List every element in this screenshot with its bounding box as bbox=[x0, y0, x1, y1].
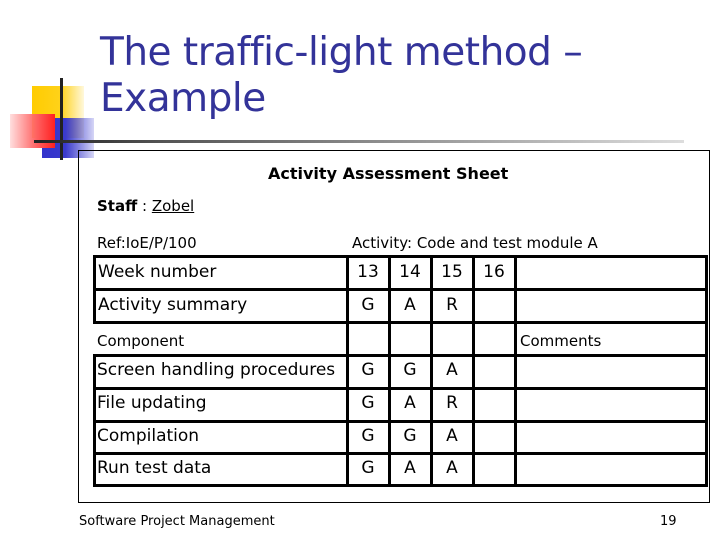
component-rating: G bbox=[361, 426, 375, 446]
week-number-row-value: 15 bbox=[441, 262, 463, 282]
component-rating: G bbox=[361, 393, 375, 413]
table-rule bbox=[93, 484, 707, 487]
component-rating: G bbox=[403, 360, 417, 380]
activity-summary-row-value: A bbox=[404, 295, 416, 315]
week-number-row-value: 13 bbox=[357, 262, 379, 282]
footer-course-name: Software Project Management bbox=[79, 514, 275, 529]
slide-title-line1: The traffic-light method – bbox=[100, 30, 583, 75]
component-rating: G bbox=[361, 360, 375, 380]
title-underline bbox=[34, 140, 684, 143]
component-column-label: Component bbox=[97, 332, 185, 350]
decor-vertical-line bbox=[60, 78, 63, 160]
table-column-rule bbox=[705, 354, 708, 487]
table-column-rule bbox=[472, 354, 475, 487]
table-column-rule bbox=[514, 255, 517, 357]
component-rating: A bbox=[446, 426, 458, 446]
component-name: Run test data bbox=[97, 458, 212, 478]
component-rating: G bbox=[403, 426, 417, 446]
component-name: Compilation bbox=[97, 426, 200, 446]
sheet-heading: Activity Assessment Sheet bbox=[268, 164, 509, 183]
component-name: File updating bbox=[97, 393, 207, 413]
slide-number: 19 bbox=[660, 514, 677, 529]
component-rating: A bbox=[404, 393, 416, 413]
component-rating: A bbox=[446, 458, 458, 478]
staff-line: Staff : Zobel bbox=[97, 197, 194, 215]
activity-summary-row-value: G bbox=[361, 295, 375, 315]
week-number-row-value: 14 bbox=[399, 262, 421, 282]
activity-name: Activity: Code and test module A bbox=[352, 234, 598, 252]
staff-separator: : bbox=[137, 197, 152, 215]
reference-number: Ref:IoE/P/100 bbox=[97, 234, 197, 252]
table-column-rule bbox=[93, 255, 96, 324]
week-number-row-value: 16 bbox=[483, 262, 505, 282]
component-rating: G bbox=[361, 458, 375, 478]
table-column-rule bbox=[514, 354, 517, 487]
activity-summary-row-value: R bbox=[446, 295, 458, 315]
staff-label: Staff bbox=[97, 197, 138, 215]
staff-value: Zobel bbox=[151, 197, 195, 215]
table-column-rule bbox=[705, 255, 708, 357]
component-rating: R bbox=[446, 393, 458, 413]
week-number-row-label: Week number bbox=[98, 262, 217, 282]
table-column-rule bbox=[93, 354, 96, 487]
slide-title: The traffic-light method – Example bbox=[100, 30, 583, 122]
component-name: Screen handling procedures bbox=[97, 360, 336, 380]
slide-title-line2: Example bbox=[100, 76, 266, 121]
component-rating: A bbox=[404, 458, 416, 478]
comments-column-label: Comments bbox=[520, 332, 602, 350]
table-rule bbox=[93, 321, 707, 324]
activity-summary-row-label: Activity summary bbox=[98, 295, 248, 315]
component-rating: A bbox=[446, 360, 458, 380]
